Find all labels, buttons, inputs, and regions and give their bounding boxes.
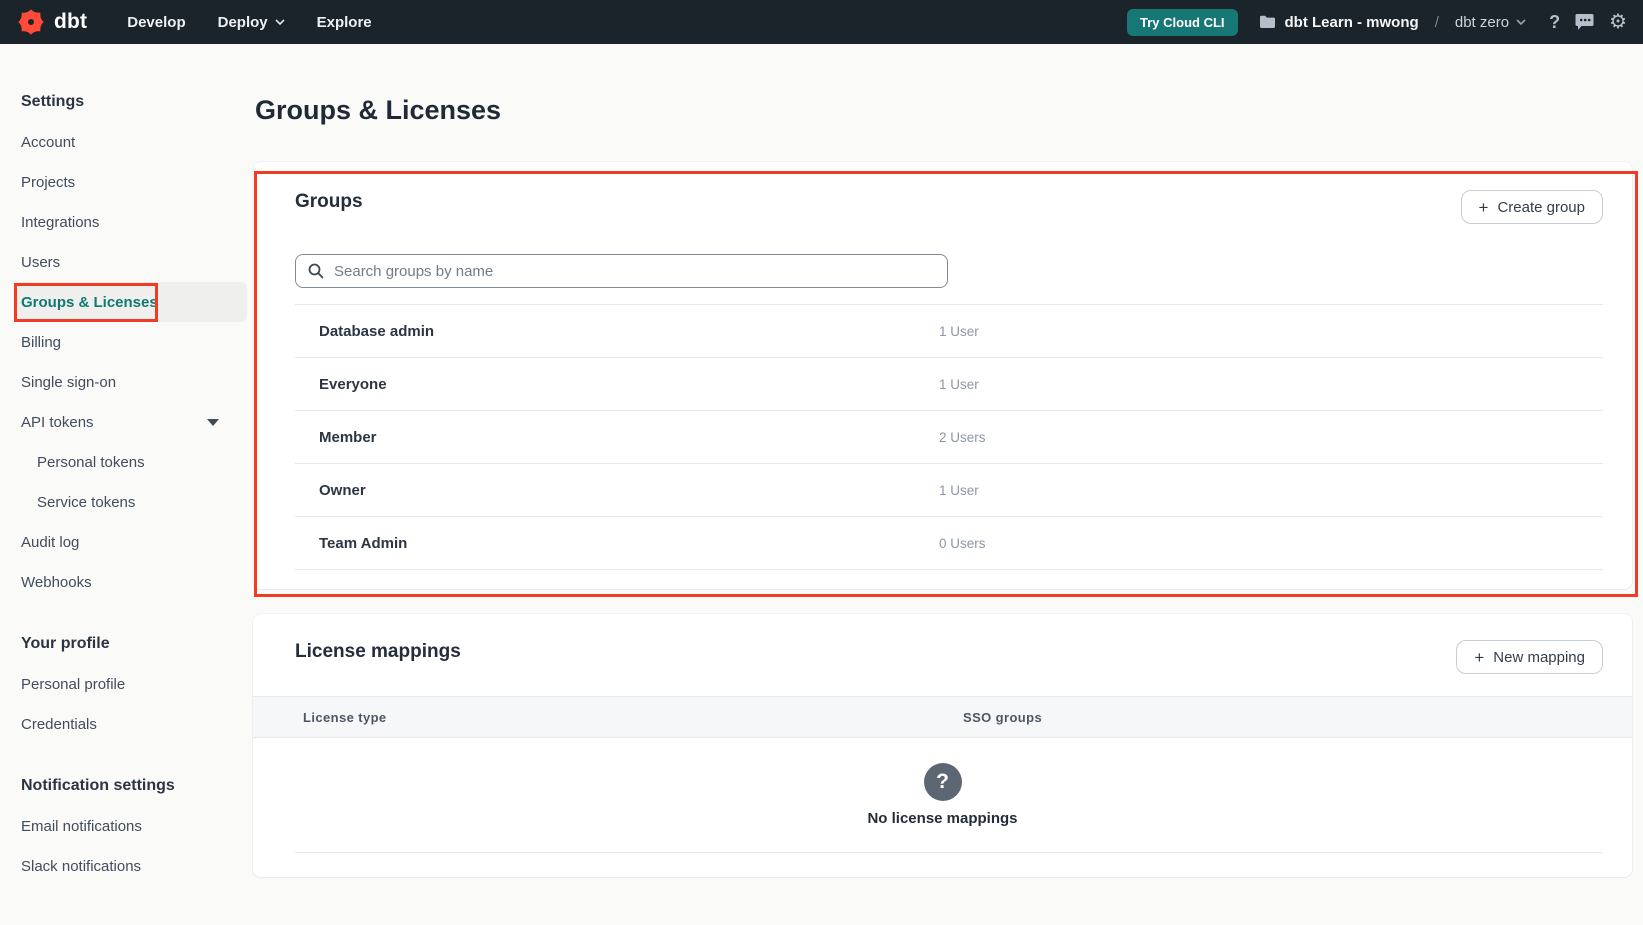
user-count: 2 Users (939, 430, 986, 445)
column-license-type: License type (295, 710, 963, 725)
settings-sidebar: Settings Account Projects Integrations U… (0, 44, 250, 925)
group-row-everyone[interactable]: Everyone 1 User (295, 358, 1603, 411)
groups-card: Groups + Create group Database admin 1 U… (253, 162, 1632, 589)
plus-icon: + (1474, 649, 1484, 666)
plus-icon: + (1479, 199, 1489, 216)
license-mappings-empty-state: ? No license mappings (253, 763, 1632, 827)
user-count: 0 Users (939, 536, 986, 551)
sidebar-item-api-tokens[interactable]: API tokens (14, 402, 247, 442)
groups-list: Database admin 1 User Everyone 1 User Me… (295, 304, 1603, 570)
nav-deploy[interactable]: Deploy (218, 14, 285, 31)
sidebar-section-your-profile: Your profile (0, 624, 250, 664)
gear-icon[interactable]: ⚙ (1609, 12, 1627, 32)
sidebar-item-projects[interactable]: Projects (14, 162, 247, 202)
chevron-down-icon (275, 19, 285, 25)
divider (295, 852, 1603, 853)
question-mark-circle-icon: ? (924, 763, 962, 801)
search-groups-input[interactable] (334, 263, 935, 280)
license-mappings-table-header: License type SSO groups (253, 696, 1632, 738)
nav-explore[interactable]: Explore (317, 14, 372, 31)
account-switcher[interactable]: dbt Learn - mwong (1259, 14, 1419, 31)
sidebar-item-personal-tokens[interactable]: Personal tokens (14, 442, 247, 482)
dbt-logo-icon (16, 7, 46, 37)
sidebar-item-audit-log[interactable]: Audit log (14, 522, 247, 562)
chevron-down-icon (1516, 19, 1526, 25)
group-row-database-admin[interactable]: Database admin 1 User (295, 305, 1603, 358)
groups-heading: Groups (295, 188, 363, 216)
top-navbar: dbt Develop Deploy Explore Try Cloud CLI… (0, 0, 1643, 44)
folder-icon (1259, 15, 1276, 29)
sidebar-item-slack-notifications[interactable]: Slack notifications (14, 846, 247, 886)
license-mappings-heading: License mappings (295, 638, 461, 666)
chevron-down-icon (207, 419, 219, 426)
license-mappings-card: License mappings + New mapping License t… (253, 614, 1632, 877)
sidebar-item-account[interactable]: Account (14, 122, 247, 162)
project-switcher[interactable]: dbt zero (1455, 14, 1526, 31)
brand[interactable]: dbt (16, 7, 87, 37)
group-row-team-admin[interactable]: Team Admin 0 Users (295, 517, 1603, 570)
sidebar-item-webhooks[interactable]: Webhooks (14, 562, 247, 602)
new-mapping-button[interactable]: + New mapping (1456, 640, 1603, 674)
empty-state-title: No license mappings (867, 810, 1017, 827)
brand-name: dbt (54, 10, 87, 34)
group-row-owner[interactable]: Owner 1 User (295, 464, 1603, 517)
search-icon (308, 263, 324, 279)
user-count: 1 User (939, 324, 979, 339)
try-cloud-cli-button[interactable]: Try Cloud CLI (1127, 9, 1238, 36)
user-count: 1 User (939, 483, 979, 498)
sidebar-item-email-notifications[interactable]: Email notifications (14, 806, 247, 846)
sidebar-item-credentials[interactable]: Credentials (14, 704, 247, 744)
chat-bubble-icon[interactable] (1575, 13, 1594, 31)
main-content: Groups & Licenses Groups + Create group (250, 44, 1643, 925)
sidebar-item-users[interactable]: Users (14, 242, 247, 282)
user-count: 1 User (939, 377, 979, 392)
sidebar-item-service-tokens[interactable]: Service tokens (14, 482, 247, 522)
main-nav: Develop Deploy Explore (127, 14, 371, 31)
sidebar-item-billing[interactable]: Billing (14, 322, 247, 362)
create-group-button[interactable]: + Create group (1461, 190, 1604, 224)
sidebar-item-personal-profile[interactable]: Personal profile (14, 664, 247, 704)
account-name: dbt Learn - mwong (1285, 14, 1419, 31)
sidebar-section-notification-settings: Notification settings (0, 766, 250, 806)
project-name: dbt zero (1455, 14, 1509, 31)
column-sso-groups: SSO groups (963, 710, 1042, 725)
nav-develop[interactable]: Develop (127, 14, 185, 31)
group-row-member[interactable]: Member 2 Users (295, 411, 1603, 464)
group-search-box (295, 254, 948, 288)
page-title: Groups & Licenses (255, 95, 1632, 126)
sidebar-item-groups-licenses[interactable]: Groups & Licenses (14, 282, 247, 322)
help-icon[interactable]: ? (1549, 12, 1560, 33)
breadcrumb-separator: / (1435, 14, 1439, 31)
sidebar-item-integrations[interactable]: Integrations (14, 202, 247, 242)
sidebar-item-single-sign-on[interactable]: Single sign-on (14, 362, 247, 402)
sidebar-section-settings: Settings (0, 82, 250, 122)
